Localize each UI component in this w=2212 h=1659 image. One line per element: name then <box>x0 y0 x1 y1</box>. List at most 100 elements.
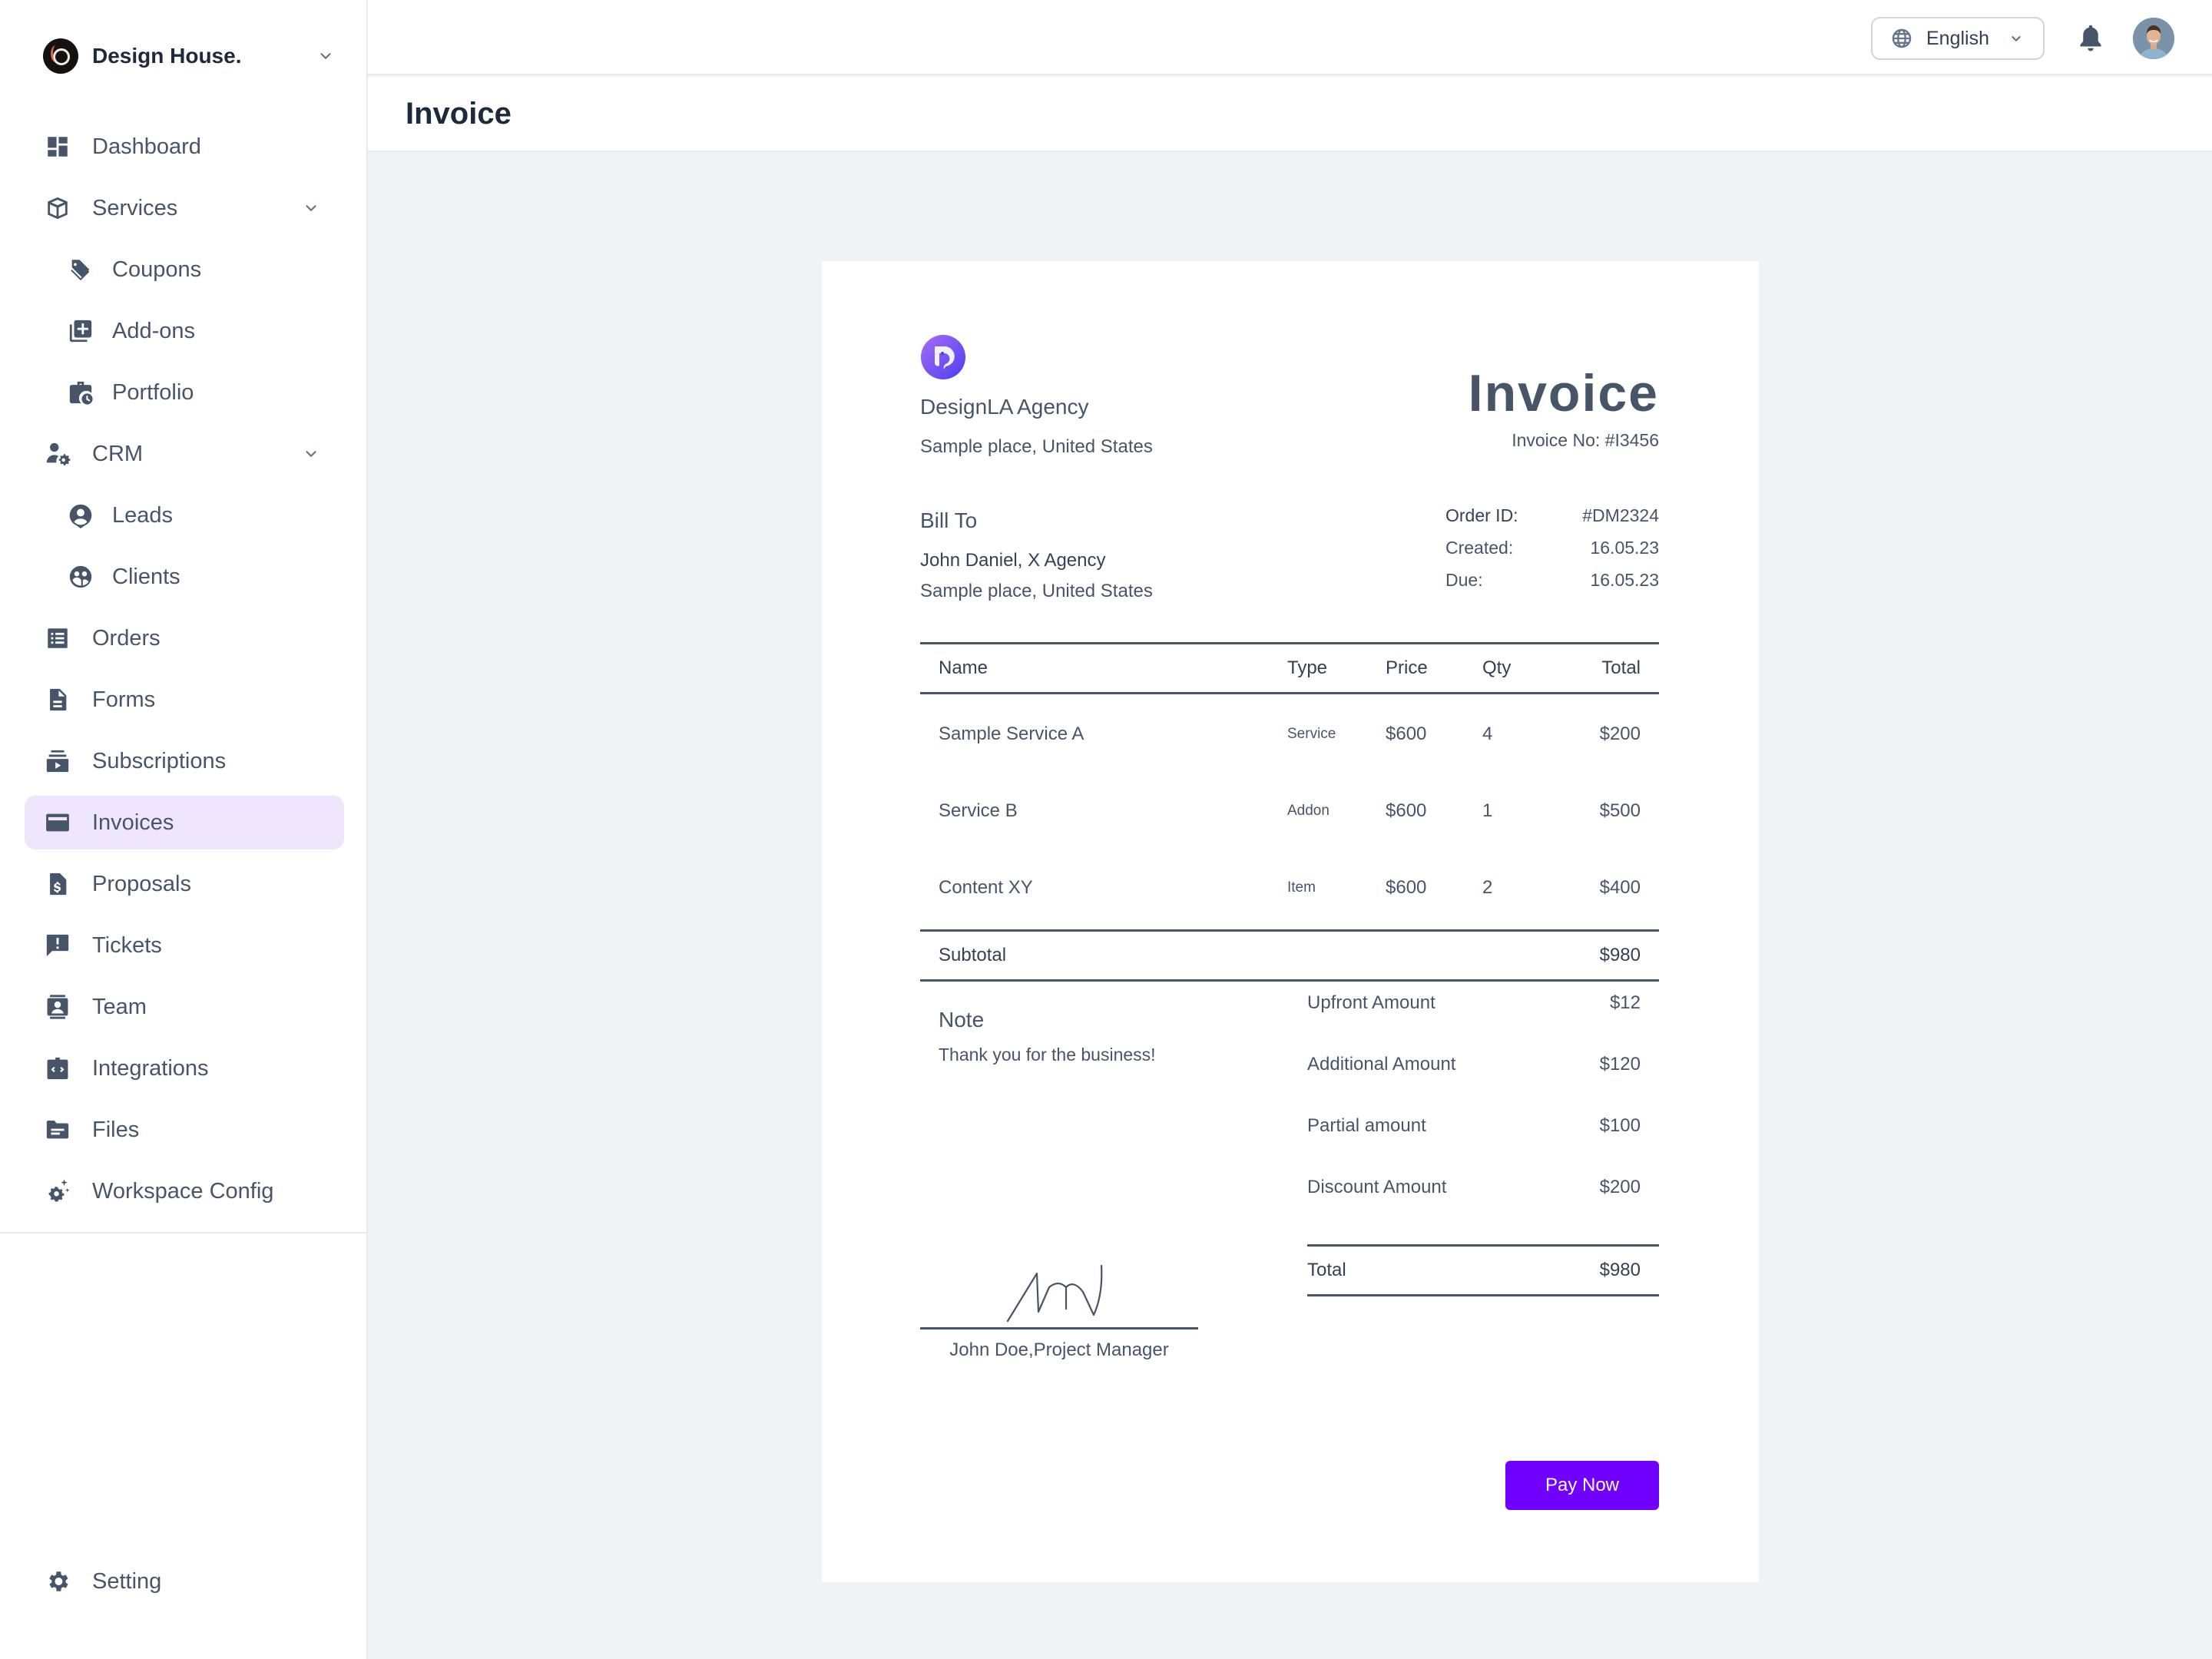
page-header: Invoice <box>368 77 2212 152</box>
document-icon <box>45 687 71 713</box>
item-type: Addon <box>1287 803 1330 819</box>
user-gear-icon <box>45 441 71 467</box>
sidebar-item-label: Services <box>92 195 178 220</box>
sidebar-item-team[interactable]: Team <box>25 980 344 1034</box>
sidebar-divider <box>0 1232 366 1233</box>
sidebar-item-invoices[interactable]: Invoices <box>25 796 344 849</box>
agency-address: Sample place, United States <box>920 436 1153 457</box>
sidebar-item-integrations[interactable]: Integrations <box>25 1041 344 1095</box>
table-row: Sample Service A Service $600 4 $200 <box>920 696 1659 773</box>
language-label: English <box>1926 27 1989 49</box>
summary-label: Partial amount <box>1307 1115 1426 1136</box>
pay-now-button[interactable]: Pay Now <box>1505 1461 1659 1510</box>
chevron-down-icon[interactable] <box>301 198 321 218</box>
column-header-type: Type <box>1287 657 1328 678</box>
sidebar-item-label: Invoices <box>92 810 174 835</box>
signatory-name: John Doe,Project Manager <box>949 1339 1169 1360</box>
meta-label: Created: <box>1445 538 1514 558</box>
table-header: Name Type Price Qty Total <box>920 642 1659 694</box>
sidebar-item-forms[interactable]: Forms <box>25 673 344 727</box>
sidebar-item-workspace-config[interactable]: Workspace Config <box>25 1164 344 1218</box>
brand-logo-icon <box>43 38 78 74</box>
group-circle-icon <box>68 564 94 590</box>
total-value: $980 <box>1599 1260 1641 1280</box>
sidebar-item-label: Leads <box>112 502 174 528</box>
meta-value: #DM2324 <box>1582 505 1659 525</box>
notification-bell-icon[interactable] <box>2077 23 2104 54</box>
sidebar-item-label: Subscriptions <box>92 748 227 773</box>
agency-name: DesignLA Agency <box>920 395 1089 419</box>
document-dollar-icon <box>45 871 71 897</box>
folder-icon <box>45 1117 71 1143</box>
gear-sparkle-icon <box>45 1178 71 1204</box>
sidebar-item-clients[interactable]: Clients <box>25 550 344 604</box>
brand-name: Design House. <box>92 44 242 68</box>
sidebar-item-label: Integrations <box>92 1055 209 1081</box>
item-total: $400 <box>1599 877 1641 898</box>
summary-row: Upfront Amount $12 <box>1307 992 1659 1054</box>
sidebar-item-services[interactable]: Services <box>25 181 344 235</box>
sidebar-item-label: CRM <box>92 441 144 466</box>
chevron-down-icon <box>316 46 336 66</box>
item-qty: 1 <box>1482 800 1493 821</box>
signature-block: John Doe,Project Manager <box>920 1264 1198 1360</box>
sidebar-item-add-ons[interactable]: Add-ons <box>25 304 344 358</box>
items-table: Name Type Price Qty Total Sample Service… <box>920 642 1659 982</box>
sidebar-item-label: Add-ons <box>112 318 196 343</box>
invoice-document: DesignLA Agency Sample place, United Sta… <box>822 261 1759 1582</box>
sidebar-item-label: Portfolio <box>112 379 194 405</box>
workspace-switcher[interactable]: Design House. <box>43 38 336 74</box>
sidebar-item-label: Forms <box>92 687 156 712</box>
meta-value: 16.05.23 <box>1590 570 1659 590</box>
sidebar-item-files[interactable]: Files <box>25 1103 344 1157</box>
sidebar-item-portfolio[interactable]: Portfolio <box>25 366 344 419</box>
item-price: $600 <box>1386 724 1427 744</box>
meta-order-id: Order ID: #DM2324 <box>1445 505 1659 538</box>
item-price: $600 <box>1386 877 1427 898</box>
column-header-price: Price <box>1386 657 1428 678</box>
bill-to-address: Sample place, United States <box>920 581 1153 601</box>
note-heading: Note <box>939 1008 985 1031</box>
contact-card-icon <box>45 994 71 1020</box>
table-body: Sample Service A Service $600 4 $200 Service … <box>920 694 1659 929</box>
item-total: $200 <box>1599 724 1641 744</box>
sidebar-item-label: Workspace Config <box>92 1178 274 1204</box>
summary-label: Discount Amount <box>1307 1177 1447 1197</box>
summary-row: Discount Amount $200 <box>1307 1177 1659 1238</box>
subscriptions-icon <box>45 748 71 774</box>
chevron-down-icon <box>2006 28 2026 48</box>
dashboard-icon <box>45 134 71 160</box>
chevron-down-icon[interactable] <box>301 444 321 464</box>
sidebar-item-orders[interactable]: Orders <box>25 611 344 665</box>
table-row: Service B Addon $600 1 $500 <box>920 773 1659 849</box>
sidebar-item-label: Files <box>92 1117 140 1142</box>
sidebar-item-coupons[interactable]: Coupons <box>25 243 344 296</box>
add-box-icon <box>68 318 94 344</box>
bill-to-name: John Daniel, X Agency <box>920 550 1106 571</box>
sidebar-item-tickets[interactable]: Tickets <box>25 919 344 972</box>
summary-value: $12 <box>1609 992 1641 1013</box>
user-avatar[interactable] <box>2133 18 2174 59</box>
summary-label: Upfront Amount <box>1307 992 1435 1013</box>
summary-value: $200 <box>1599 1177 1641 1197</box>
gear-icon <box>45 1568 71 1594</box>
feedback-icon <box>45 932 71 959</box>
sidebar-item-dashboard[interactable]: Dashboard <box>25 120 344 174</box>
agency-logo-icon <box>921 335 965 379</box>
sidebar-item-leads[interactable]: Leads <box>25 488 344 542</box>
sidebar-item-label: Coupons <box>112 257 202 282</box>
sidebar-item-setting[interactable]: Setting <box>25 1555 344 1608</box>
item-total: $500 <box>1599 800 1641 821</box>
summary-value: $100 <box>1599 1115 1641 1136</box>
column-header-name: Name <box>939 657 988 678</box>
briefcase-clock-icon <box>68 379 94 406</box>
meta-created: Created: 16.05.23 <box>1445 538 1659 570</box>
tag-icon <box>68 257 94 283</box>
sidebar-item-label: Clients <box>112 564 180 589</box>
sidebar-item-subscriptions[interactable]: Subscriptions <box>25 734 344 788</box>
sidebar-item-crm[interactable]: CRM <box>25 427 344 481</box>
sidebar-item-proposals[interactable]: Proposals <box>25 857 344 911</box>
language-select[interactable]: English <box>1871 17 2045 60</box>
page-title: Invoice <box>406 97 512 131</box>
meta-label: Order ID: <box>1445 505 1518 525</box>
